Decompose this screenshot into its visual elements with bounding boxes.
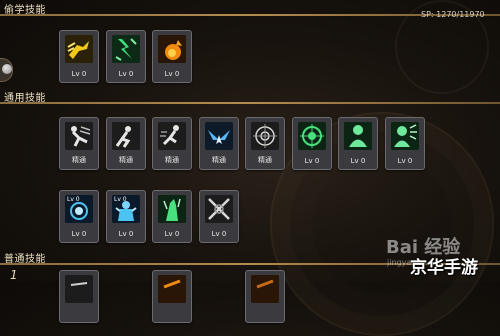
partial-slash-skill-icon	[251, 275, 279, 303]
sp-counter: SP: 1270/11970	[421, 10, 485, 19]
skill-card-common-3[interactable]: 精通	[152, 117, 192, 170]
skill-card-normal-2[interactable]	[152, 270, 192, 323]
skill-level-label: Lv 0	[350, 157, 366, 165]
skill-card-normal-1[interactable]	[59, 270, 99, 323]
yellow-kick-icon	[65, 35, 93, 63]
blue-wings-icon	[205, 122, 233, 150]
skill-card-normal-3[interactable]	[245, 270, 285, 323]
skill-card-common-10[interactable]: Lv 0 Lv 0	[106, 190, 146, 243]
skill-card-common-5[interactable]: 精通	[245, 117, 285, 170]
skill-card-steal-1[interactable]: Lv 0	[59, 30, 99, 83]
skill-level-label: Lv 0	[118, 230, 134, 238]
gray-crossed-blades-icon	[205, 195, 233, 223]
target-crosshair-icon	[251, 122, 279, 150]
row-number: 1	[10, 268, 18, 282]
partial-skill-icon	[65, 275, 93, 303]
skill-badge: Lv 0	[67, 196, 80, 203]
skill-level-label: Lv 0	[304, 157, 320, 165]
green-shout-icon	[391, 122, 419, 150]
skill-level-label: 精通	[119, 156, 133, 164]
blue-ring-icon: Lv 0	[65, 195, 93, 223]
skill-level-label: Lv 0	[71, 230, 87, 238]
crouch-mastery-icon	[112, 122, 140, 150]
sword-slash-mastery-icon	[65, 122, 93, 150]
skill-card-common-2[interactable]: 精通	[106, 117, 146, 170]
rail-knob-icon	[2, 64, 12, 74]
skill-level-label: 精通	[258, 156, 272, 164]
skill-card-steal-3[interactable]: Lv 0	[152, 30, 192, 83]
blue-armor-icon: Lv 0	[112, 195, 140, 223]
skill-card-common-7[interactable]: Lv 0	[338, 117, 378, 170]
green-crosshair-icon	[298, 122, 326, 150]
skill-card-common-4[interactable]: 精通	[199, 117, 239, 170]
side-rail-toggle[interactable]	[0, 58, 13, 82]
skill-card-common-1[interactable]: 精通	[59, 117, 99, 170]
watermark-site: 京华手游	[410, 258, 478, 278]
skill-card-steal-2[interactable]: Lv 0	[106, 30, 146, 83]
green-figure-icon	[344, 122, 372, 150]
skill-level-label: 精通	[165, 156, 179, 164]
skill-level-label: 精通	[212, 156, 226, 164]
skill-card-common-11[interactable]: Lv 0	[152, 190, 192, 243]
skill-badge: Lv 0	[114, 196, 127, 203]
skill-level-label: Lv 0	[164, 230, 180, 238]
skill-card-common-12[interactable]: Lv 0	[199, 190, 239, 243]
skill-level-label: Lv 0	[71, 70, 87, 78]
skill-card-common-6[interactable]: Lv 0	[292, 117, 332, 170]
skill-card-common-9[interactable]: Lv 0 Lv 0	[59, 190, 99, 243]
skill-level-label: Lv 0	[211, 230, 227, 238]
skill-card-common-8[interactable]: Lv 0	[385, 117, 425, 170]
skill-level-label: Lv 0	[164, 70, 180, 78]
green-figure-aura-icon	[158, 195, 186, 223]
skill-level-label: 精通	[72, 156, 86, 164]
fire-claw-icon	[158, 35, 186, 63]
skill-level-label: Lv 0	[118, 70, 134, 78]
partial-fire-skill-icon	[158, 275, 186, 303]
section-divider-common	[0, 102, 500, 104]
dash-mastery-icon	[158, 122, 186, 150]
green-lightning-icon	[112, 35, 140, 63]
skill-level-label: Lv 0	[397, 157, 413, 165]
